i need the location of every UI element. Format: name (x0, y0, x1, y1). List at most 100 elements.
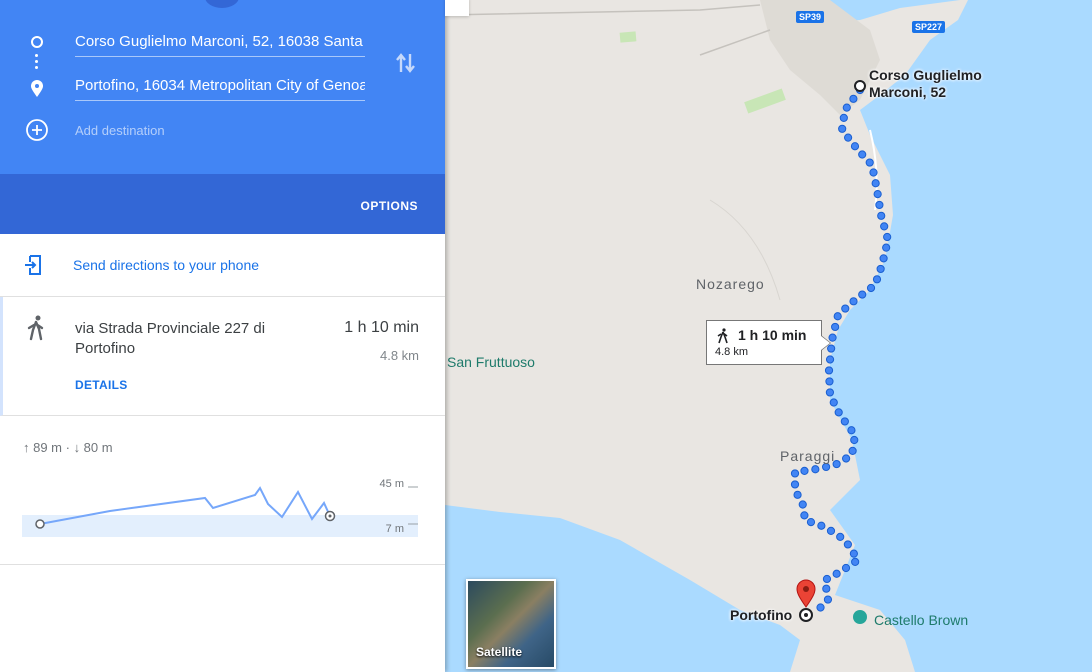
route-dot (871, 179, 880, 188)
route-time: 1 h 10 min (344, 319, 419, 336)
origin-input[interactable]: Corso Guglielmo Marconi, 52, 16038 Santa… (75, 28, 365, 57)
walking-icon (717, 328, 728, 344)
route-dot (816, 603, 825, 612)
destination-input[interactable]: Portofino, 16034 Metropolitan City of Ge… (75, 72, 365, 101)
route-dot (849, 94, 858, 103)
route-dot (806, 517, 816, 527)
route-dot (826, 526, 836, 535)
route-dot (882, 243, 891, 252)
origin-circle-icon (31, 36, 43, 48)
route-dot (839, 113, 848, 123)
route-dots-icon (35, 54, 39, 76)
elevation-summary: ↑ 89 m · ↓ 80 m (23, 440, 113, 455)
route-dot (843, 540, 852, 549)
route-dot (869, 168, 878, 177)
route-dot (800, 466, 809, 475)
route-dot (824, 366, 834, 375)
elevation-min-label: 7 m (386, 523, 404, 535)
route-option[interactable]: via Strada Provinciale 227 di Portofino … (0, 297, 445, 416)
destination-pin-icon (31, 80, 43, 97)
map-label-san-fruttuoso[interactable]: San Fruttuoso (447, 354, 535, 370)
route-dot (875, 200, 884, 210)
route-dot (825, 355, 835, 364)
route-dot (817, 521, 826, 530)
map-label-castello-brown[interactable]: Castello Brown (874, 612, 968, 628)
route-dot (821, 462, 831, 472)
elevation-chart: 45 m 7 m (22, 478, 418, 537)
route-dot (858, 290, 867, 299)
options-button[interactable]: OPTIONS (360, 199, 418, 213)
route-dot (800, 511, 809, 520)
route-callout[interactable]: 1 h 10 min 4.8 km (706, 320, 831, 365)
add-circle-icon[interactable] (25, 118, 49, 142)
route-dot (823, 595, 833, 604)
route-dot (811, 465, 820, 474)
route-dot (850, 435, 859, 445)
walking-icon (27, 315, 44, 341)
route-dot (832, 569, 841, 578)
route-dot (844, 133, 853, 142)
route-dot (842, 454, 851, 463)
swap-icon[interactable] (394, 50, 418, 76)
route-dot (798, 500, 807, 509)
satellite-toggle[interactable]: Satellite (466, 579, 556, 669)
options-bar: OPTIONS (0, 174, 445, 234)
add-destination-button[interactable]: Add destination (75, 122, 165, 140)
route-dot (829, 398, 838, 407)
travel-mode-icon[interactable] (205, 0, 239, 8)
elevation-max-label: 45 m (380, 478, 404, 490)
route-dot (858, 150, 867, 159)
route-dot (793, 490, 802, 499)
route-dot (848, 446, 857, 455)
route-dot (876, 264, 885, 274)
details-button[interactable]: DETAILS (75, 378, 128, 392)
send-to-phone-icon (25, 255, 41, 275)
directions-panel: Corso Guglielmo Marconi, 52, 16038 Santa… (0, 0, 445, 672)
route-dot (825, 377, 834, 386)
route-dot (834, 408, 843, 417)
route-dot (850, 142, 860, 151)
route-dot (866, 283, 876, 293)
route-title: via Strada Provinciale 227 di Portofino (75, 320, 266, 357)
road-badge-sp39: SP39 (796, 11, 825, 23)
map-top-button[interactable] (445, 0, 469, 16)
route-dot (849, 549, 858, 558)
start-marker[interactable] (854, 80, 866, 92)
route-dot (842, 103, 851, 112)
attraction-pin-icon[interactable] (853, 610, 867, 624)
map-label-nozarego: Nozarego (696, 276, 765, 292)
route-dot (790, 469, 800, 478)
route-dot (822, 574, 832, 584)
send-directions-link[interactable]: Send directions to your phone (73, 257, 259, 273)
route-dot (883, 232, 892, 242)
divider (0, 564, 445, 565)
directions-header: Corso Guglielmo Marconi, 52, 16038 Santa… (0, 0, 445, 174)
route-dot (873, 189, 882, 199)
route-dot (879, 254, 888, 263)
map-label-paraggi: Paraggi (780, 448, 836, 464)
callout-distance: 4.8 km (715, 346, 749, 358)
route-dot (825, 388, 834, 397)
route-dot (833, 312, 842, 321)
route-dot (838, 124, 847, 133)
route-dot (865, 158, 874, 167)
satellite-label: Satellite (476, 645, 523, 659)
route-dot (790, 480, 800, 489)
send-directions-row[interactable]: Send directions to your phone (0, 234, 445, 297)
route-dot (840, 417, 849, 426)
route-dot (880, 222, 889, 231)
route-distance: 4.8 km (379, 348, 419, 363)
road-badge-sp227: SP227 (912, 21, 946, 33)
route-dot (877, 211, 886, 220)
route-dot (851, 557, 860, 567)
route-dot (841, 563, 851, 573)
route-dot (872, 275, 882, 284)
route-dot (841, 304, 850, 313)
start-map-label: Corso Guglielmo Marconi, 52 (869, 67, 982, 100)
route-dot (847, 426, 856, 435)
route-dot (836, 532, 845, 541)
route-dot (849, 297, 858, 306)
callout-time: 1 h 10 min (738, 327, 807, 343)
route-dot (822, 584, 831, 593)
route-dot (831, 322, 840, 332)
